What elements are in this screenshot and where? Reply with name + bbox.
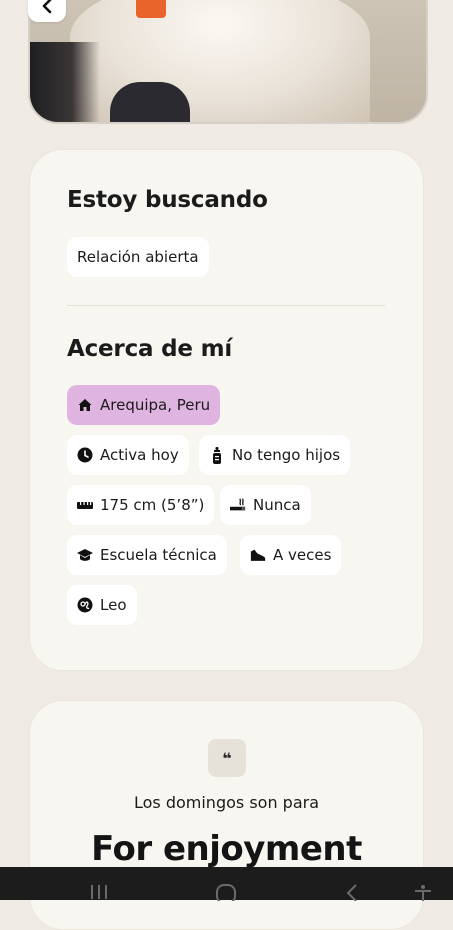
prompt-question: Los domingos son para <box>133 793 320 812</box>
recent-apps-icon[interactable] <box>88 881 110 901</box>
profile-photo[interactable] <box>28 0 428 124</box>
chip-location: Arequipa, Peru <box>67 385 221 425</box>
prompt-answer: For enjoyment <box>91 829 362 869</box>
divider <box>67 305 385 306</box>
chip-children: No tengo hijos <box>199 435 351 475</box>
baby-bottle-icon <box>209 446 225 464</box>
clock-icon <box>77 447 93 463</box>
chip-label: Relación abierta <box>77 248 199 266</box>
accessibility-icon[interactable] <box>412 881 434 901</box>
chip-label: Escuela técnica <box>100 546 217 564</box>
chip-zodiac: Leo <box>67 585 137 625</box>
chip-label: Nunca <box>253 496 301 514</box>
chip-height: 175 cm (5’8”) <box>67 485 215 525</box>
back-button[interactable] <box>28 0 66 22</box>
chip-label: Activa hoy <box>100 446 179 464</box>
quote-icon: ❝ <box>208 739 246 777</box>
looking-for-title: Estoy buscando <box>67 187 268 213</box>
chip-label: A veces <box>273 546 332 564</box>
zodiac-icon <box>77 597 93 613</box>
chip-label: 175 cm (5’8”) <box>100 496 205 514</box>
home-nav-icon[interactable] <box>214 881 238 901</box>
system-navigation-bar <box>0 867 453 901</box>
chip-label: Arequipa, Peru <box>100 396 211 414</box>
back-nav-icon[interactable] <box>343 881 361 901</box>
graduation-cap-icon <box>77 547 93 563</box>
home-icon <box>77 397 93 413</box>
chip-label: Leo <box>100 596 127 614</box>
chip-activity: Activa hoy <box>67 435 189 475</box>
ruler-icon <box>77 497 93 513</box>
chip-education: Escuela técnica <box>67 535 227 575</box>
looking-for-chip: Relación abierta <box>67 237 209 277</box>
chip-label: No tengo hijos <box>232 446 341 464</box>
chevron-left-icon <box>42 0 52 14</box>
smoking-icon <box>230 497 246 513</box>
about-me-title: Acerca de mí <box>67 336 233 362</box>
chip-exercise: A veces <box>240 535 342 575</box>
chip-smoking: Nunca <box>220 485 311 525</box>
profile-details-card: Estoy buscando Relación abierta Acerca d… <box>29 149 424 671</box>
sneaker-icon <box>250 547 266 563</box>
